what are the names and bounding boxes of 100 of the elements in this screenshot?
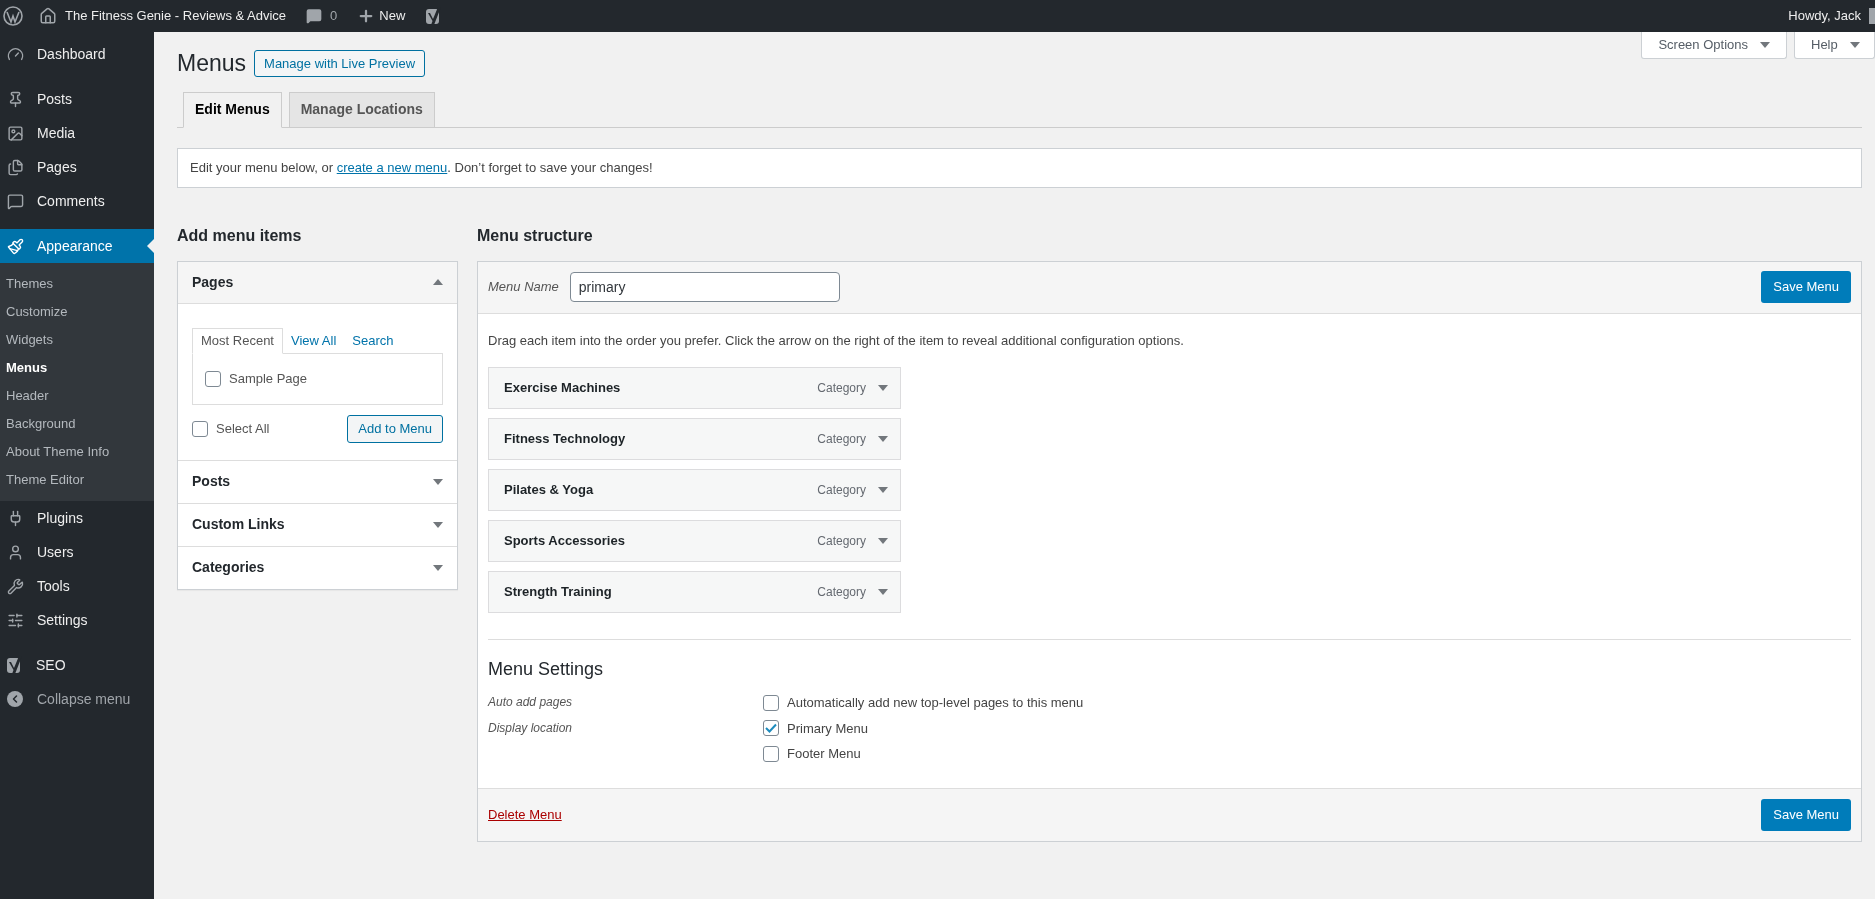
menu-icon	[7, 577, 24, 595]
menu-icon	[7, 192, 24, 210]
submenu-item[interactable]: About Theme Info	[0, 438, 154, 466]
save-menu-button[interactable]: Save Menu	[1761, 798, 1851, 831]
submenu-item[interactable]: Theme Editor	[0, 466, 154, 494]
expand-arrow-icon[interactable]	[878, 385, 888, 391]
menu-item-type: Category	[817, 584, 866, 601]
expand-arrow-icon[interactable]	[1760, 42, 1770, 48]
notice-text: Edit your menu below, or create a new menu. Don’t forget to save your changes!	[190, 158, 653, 177]
sidebar-item[interactable]: Tools	[0, 569, 154, 603]
sidebar-item[interactable]: Posts	[0, 82, 154, 116]
field-label: Menu Name	[488, 278, 559, 297]
home-icon[interactable]	[39, 7, 57, 25]
sidebar-item[interactable]: Dashboard	[0, 37, 154, 71]
checkbox-label: Automatically add new top-level pages to this menu	[787, 694, 1084, 712]
collapse-menu-button[interactable]: Collapse menu	[0, 682, 154, 716]
menu-item-bar[interactable]: Fitness Technology Category	[488, 418, 901, 460]
expand-arrow-icon[interactable]	[878, 487, 888, 493]
checkbox[interactable]	[192, 420, 208, 437]
delete-menu-link[interactable]: Delete Menu	[488, 804, 562, 825]
expand-arrow-icon[interactable]	[433, 478, 443, 485]
menu-item-bar[interactable]: Exercise Machines Category	[488, 367, 901, 409]
checkbox[interactable]	[763, 745, 779, 762]
expand-arrow-icon[interactable]	[878, 538, 888, 544]
expand-arrow-icon[interactable]	[1849, 42, 1860, 48]
settings-heading: Menu Settings	[488, 658, 605, 681]
menu-item-title: Exercise Machines	[504, 379, 621, 398]
nav-tab[interactable]: Manage Locations	[288, 91, 435, 128]
comment-count[interactable]: 0	[330, 6, 338, 26]
checkbox-label: Sample Page	[229, 369, 308, 388]
menu-item-title: Fitness Technology	[504, 430, 626, 449]
menu-icon	[7, 611, 24, 629]
menu-item-bar[interactable]: Sports Accessories Category	[488, 520, 901, 562]
menu-icon	[7, 45, 24, 63]
menu-name-field[interactable]: primary	[569, 272, 840, 302]
menu-item-title: Sports Accessories	[504, 532, 625, 551]
menu-item-title: Pilates & Yoga	[504, 481, 594, 500]
checkbox[interactable]	[763, 694, 779, 711]
expand-arrow-icon[interactable]	[878, 589, 888, 595]
comment-icon[interactable]	[306, 8, 323, 24]
submenu-item[interactable]: Background	[0, 410, 154, 438]
checkbox[interactable]	[763, 720, 779, 737]
save-menu-button[interactable]: Save Menu	[1761, 271, 1851, 303]
sidebar-item[interactable]: Appearance	[0, 229, 154, 263]
wordpress-logo-icon[interactable]	[3, 6, 23, 26]
menu-item-type: Category	[817, 533, 866, 550]
submenu-item[interactable]: Widgets	[0, 326, 154, 354]
submenu-item[interactable]: Customize	[0, 298, 154, 326]
checkbox[interactable]	[205, 370, 221, 387]
add-to-menu-button[interactable]: Add to Menu	[347, 414, 443, 443]
accordion-header[interactable]: Pages	[178, 261, 457, 304]
site-title-link[interactable]: The Fitness Genie - Reviews & Advice	[65, 6, 287, 26]
menu-item-title: Strength Training	[504, 583, 612, 602]
collapse-arrow-icon[interactable]	[433, 279, 443, 285]
accordion-title: Categories	[192, 558, 265, 577]
menu-item-type: Category	[817, 380, 866, 397]
greeting-link[interactable]: Howdy, Jack	[1788, 6, 1861, 26]
expand-arrow-icon[interactable]	[433, 521, 443, 528]
panel-tab[interactable]: View All	[283, 327, 345, 354]
checkbox-label: Primary Menu	[787, 719, 868, 738]
sidebar-item[interactable]: Media	[0, 116, 154, 150]
screen-meta-toggle[interactable]: Screen Options	[1641, 32, 1787, 59]
accordion-header[interactable]: Categories	[178, 546, 457, 589]
accordion-header[interactable]: Posts	[178, 460, 457, 503]
panel-tab[interactable]: Most Recent	[192, 327, 283, 354]
screen-meta-toggle[interactable]: Help	[1794, 32, 1875, 59]
current-pointer-icon	[147, 239, 154, 253]
sidebar-item[interactable]: Pages	[0, 150, 154, 184]
live-preview-button[interactable]: Manage with Live Preview	[254, 49, 426, 77]
menu-item-bar[interactable]: Strength Training Category	[488, 571, 901, 613]
menu-icon	[7, 158, 24, 176]
section-heading: Add menu items	[177, 225, 303, 246]
accordion-header[interactable]: Custom Links	[178, 503, 457, 546]
menu-icon	[7, 543, 24, 561]
setting-label: Display location	[488, 719, 574, 737]
expand-arrow-icon[interactable]	[433, 564, 443, 571]
page-title: Menus	[177, 49, 247, 78]
submenu-item[interactable]: Menus	[0, 354, 154, 382]
instructions-text: Drag each item into the order you prefer. Click the arrow on the right of the item to reveal additional configuration options.	[488, 331, 1185, 350]
nav-tab[interactable]: Edit Menus	[183, 91, 282, 128]
sidebar-item[interactable]: Users	[0, 535, 154, 569]
panel-tab[interactable]: Search	[344, 327, 402, 354]
menu-item-bar[interactable]: Pilates & Yoga Category	[488, 469, 901, 511]
sidebar-item[interactable]: Plugins	[0, 501, 154, 535]
menu-item-type: Category	[817, 482, 866, 499]
sidebar-item[interactable]: Settings	[0, 603, 154, 637]
checkbox-label: Select All	[216, 419, 270, 438]
submenu-item[interactable]: Header	[0, 382, 154, 410]
setting-label: Auto add pages	[488, 694, 574, 711]
expand-arrow-icon[interactable]	[878, 436, 888, 442]
checkbox-label: Footer Menu	[787, 745, 861, 763]
menu-item-type: Category	[817, 431, 866, 448]
accordion-title: Posts	[192, 472, 231, 491]
menu-icon	[7, 237, 24, 255]
new-link[interactable]: New	[379, 6, 406, 26]
sidebar-item[interactable]: SEO	[0, 648, 154, 682]
sidebar-item[interactable]: Comments	[0, 184, 154, 218]
submenu-item[interactable]: Themes	[0, 270, 154, 298]
menu-icon	[7, 124, 24, 142]
collapse-icon	[7, 691, 23, 707]
